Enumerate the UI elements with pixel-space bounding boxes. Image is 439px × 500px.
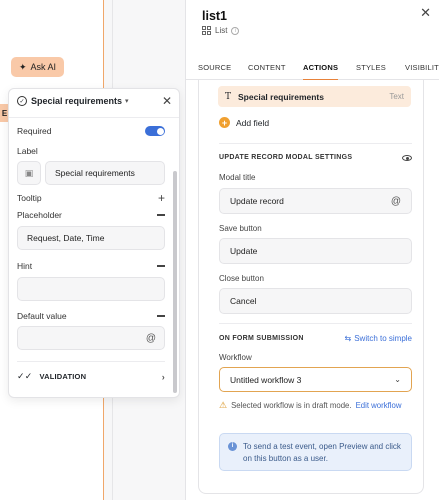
default-input[interactable]: @ <box>17 326 165 350</box>
placeholder-input[interactable]: Request, Date, Time <box>17 226 165 250</box>
modal-title-label: Modal title <box>219 173 256 182</box>
tooltip-row: Tooltip + <box>17 192 165 204</box>
remove-default-icon[interactable] <box>157 315 165 317</box>
hint-label: Hint <box>17 261 33 271</box>
workflow-value: Untitled workflow 3 <box>230 374 302 385</box>
add-tooltip-icon[interactable]: + <box>158 192 165 204</box>
required-label: Required <box>17 126 52 136</box>
tab-source[interactable]: SOURCE <box>198 55 231 80</box>
default-row: Default value <box>17 311 165 321</box>
info-icon[interactable]: i <box>231 26 240 35</box>
edit-workflow-link[interactable]: Edit workflow <box>356 401 402 410</box>
list-grid-icon <box>202 26 211 35</box>
popup-header[interactable]: ✓ Special requirements ▾ <box>9 89 179 113</box>
label-row: Label <box>17 146 165 156</box>
modal-settings-title: UPDATE RECORD MODAL SETTINGS <box>219 154 353 161</box>
divider <box>219 143 412 144</box>
modal-settings-header: UPDATE RECORD MODAL SETTINGS <box>219 154 412 161</box>
label-input[interactable]: Special requirements <box>45 161 165 185</box>
text-type-icon: T <box>225 91 232 102</box>
save-button-value: Update <box>230 246 258 256</box>
chevron-down-icon[interactable]: ▾ <box>125 97 129 105</box>
scrollbar[interactable] <box>173 171 177 393</box>
save-button-label: Save button <box>219 224 262 233</box>
close-button-label: Close button <box>219 274 264 283</box>
sparkle-icon: ✦ <box>19 61 27 72</box>
required-toggle[interactable] <box>145 126 165 136</box>
workflow-select[interactable]: Untitled workflow 3 ⌄ <box>219 367 412 392</box>
warning-text: Selected workflow is in draft mode. <box>231 401 352 410</box>
info-icon: i <box>228 442 237 451</box>
chevron-right-icon: › <box>161 371 165 382</box>
add-field-label: Add field <box>236 117 270 128</box>
close-button-value: Cancel <box>230 296 257 306</box>
ask-ai-button[interactable]: ✦ Ask AI <box>11 57 65 77</box>
add-field-button[interactable]: + Add field <box>219 117 269 128</box>
divider <box>17 361 165 362</box>
plus-icon: + <box>219 117 230 128</box>
field-editor-popup: ✓ Special requirements ▾ ✕ Required Labe… <box>8 88 180 398</box>
validation-label: VALIDATION <box>39 372 87 381</box>
panel-title: list1 <box>202 9 228 23</box>
close-icon[interactable]: ✕ <box>420 5 431 21</box>
warning-icon: ⚠ <box>219 400 228 410</box>
field-chip-type: Text <box>389 92 404 101</box>
info-text: To send a test event, open Preview and c… <box>243 442 401 463</box>
label-label: Label <box>17 146 38 156</box>
ask-ai-label: Ask AI <box>30 62 57 72</box>
placeholder-label: Placeholder <box>17 210 62 220</box>
tooltip-label: Tooltip <box>17 193 42 203</box>
tab-actions[interactable]: ACTIONS <box>303 55 339 81</box>
panel-subtitle-text: List <box>215 26 228 35</box>
save-button-input[interactable]: Update <box>219 238 412 264</box>
switch-to-simple-link[interactable]: ⇆ Switch to simple <box>345 334 413 343</box>
form-submission-header: ON FORM SUBMISSION ⇆ Switch to simple <box>219 334 412 343</box>
remove-hint-icon[interactable] <box>157 265 165 267</box>
tab-bar: SOURCE CONTENT ACTIONS STYLES VISIBILITY <box>186 55 439 81</box>
field-chip-name: Special requirements <box>238 91 324 102</box>
tab-visibility[interactable]: VISIBILITY <box>405 55 439 80</box>
eye-icon[interactable] <box>402 154 412 161</box>
close-button-input[interactable]: Cancel <box>219 288 412 314</box>
at-icon[interactable]: @ <box>391 196 401 207</box>
draft-warning: ⚠ Selected workflow is in draft mode. Ed… <box>219 400 402 411</box>
validation-section[interactable]: ✓✓ VALIDATION › <box>17 371 165 382</box>
hint-row: Hint <box>17 261 165 271</box>
hint-input[interactable] <box>17 277 165 301</box>
at-icon[interactable]: @ <box>146 333 156 344</box>
tab-content[interactable]: CONTENT <box>248 55 286 80</box>
switch-link-label: Switch to simple <box>354 334 412 343</box>
remove-placeholder-icon[interactable] <box>157 214 165 216</box>
close-icon[interactable]: ✕ <box>162 94 172 108</box>
placeholder-row: Placeholder <box>17 210 165 220</box>
field-chip[interactable]: T Special requirements Text <box>218 86 411 107</box>
divider <box>219 323 412 324</box>
workflow-label: Workflow <box>219 353 252 362</box>
tab-styles[interactable]: STYLES <box>356 55 386 80</box>
required-row: Required <box>17 126 165 136</box>
chevron-down-icon: ⌄ <box>394 375 401 384</box>
swap-icon: ⇆ <box>344 334 352 343</box>
field-type-icon: ✓ <box>17 96 27 106</box>
placeholder-value: Request, Date, Time <box>27 233 105 243</box>
modal-title-value: Update record <box>230 196 284 206</box>
divider <box>9 117 179 118</box>
check-double-icon: ✓✓ <box>17 371 33 381</box>
default-label: Default value <box>17 311 67 321</box>
test-event-info: i To send a test event, open Preview and… <box>219 433 412 471</box>
modal-title-input[interactable]: Update record @ <box>219 188 412 214</box>
form-submission-title: ON FORM SUBMISSION <box>219 335 304 342</box>
popup-title: Special requirements <box>31 96 123 106</box>
label-value: Special requirements <box>55 168 135 178</box>
panel-subtitle: List i <box>202 26 240 35</box>
image-icon[interactable]: ▣ <box>17 161 41 185</box>
